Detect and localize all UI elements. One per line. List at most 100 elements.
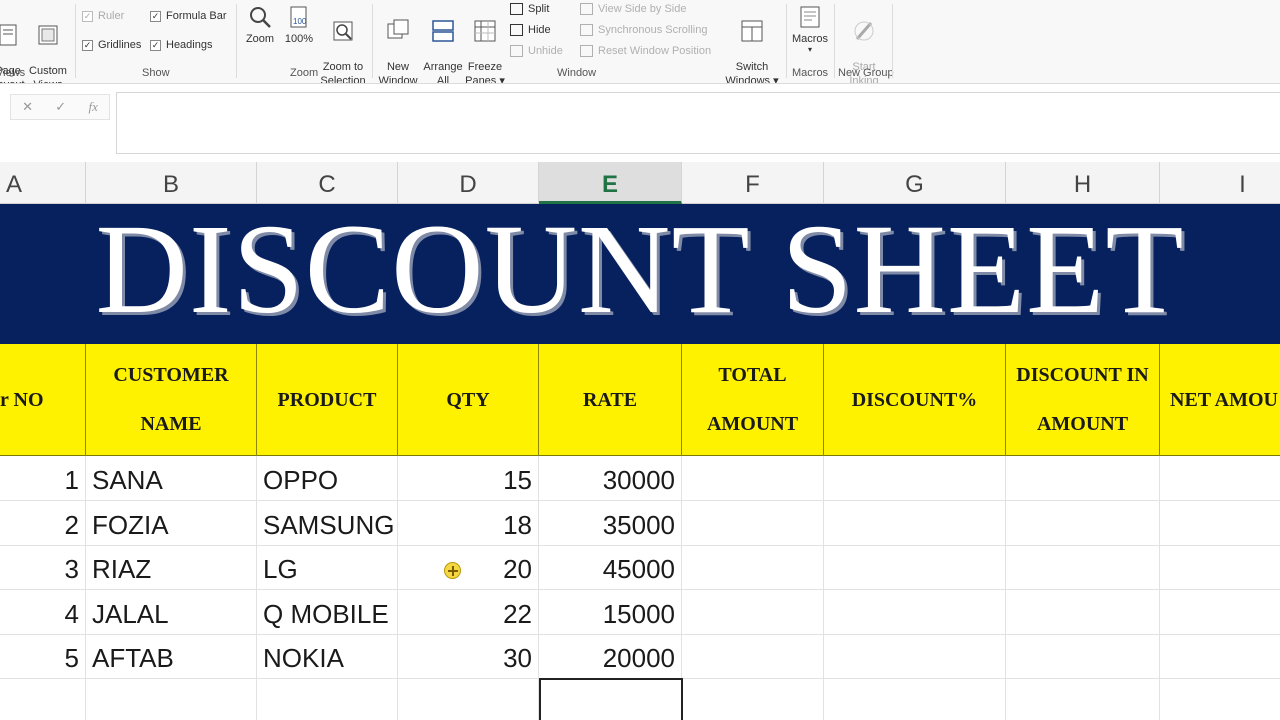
new-group-label: New Group [838,67,894,79]
column-header-c[interactable]: C [257,162,398,204]
column-header-b[interactable]: B [86,162,257,204]
column-header-a[interactable]: A [0,162,86,204]
column-header-f[interactable]: F [682,162,824,204]
freeze-panes-button[interactable]: Freeze Panes ▾ [463,4,507,83]
cell-product[interactable]: NOKIA [257,634,398,679]
ribbon: Page Layout Custom Views Views ✓Ruler ✓F… [0,0,1280,84]
cell-sr[interactable]: 1 [0,456,86,501]
switch-windows-button[interactable]: Switch Windows ▾ [722,4,782,83]
header-customer-name[interactable]: CUSTOMER NAME [86,344,257,456]
pen-icon [854,21,874,41]
zoom-group-label: Zoom [290,67,319,79]
cell-rate[interactable]: 15000 [539,590,682,635]
window-group-label: Window [557,67,597,79]
macros-button[interactable]: Macros ▾ [789,4,831,54]
checkbox-icon: ✓ [82,10,93,22]
switch-windows-icon [741,20,763,42]
formula-bar-checkbox[interactable]: ✓ Formula Bar [150,10,227,22]
column-header-i[interactable]: I [1160,162,1280,204]
unhide-icon [510,45,523,57]
column-headers: A B C D E F G H I [0,162,1280,204]
ruler-checkbox[interactable]: ✓ Ruler [82,10,124,22]
formula-controls: ✕ ✓ fx [10,94,110,120]
cell-product[interactable]: SAMSUNG [257,501,398,546]
cell-customer-name[interactable]: AFTAB [86,634,257,679]
cell-qty[interactable]: 18 [398,501,539,546]
cell-qty[interactable]: 15 [398,456,539,501]
header-qty[interactable]: QTY [398,344,539,456]
column-header-e[interactable]: E [539,162,682,204]
enter-icon[interactable]: ✓ [55,99,66,115]
custom-views-button[interactable]: Custom Views [27,8,69,83]
zoom-100-icon: 100 [290,6,307,28]
zoom-selection-icon [333,21,353,41]
reset-position-icon [580,45,593,57]
cell-sr[interactable]: 3 [0,545,86,590]
cell-customer-name[interactable]: SANA [86,456,257,501]
cell-product[interactable]: OPPO [257,456,398,501]
separator [786,4,787,78]
view-side-by-side-button[interactable]: View Side by Side [580,3,686,15]
cell-customer-name[interactable]: RIAZ [86,545,257,590]
svg-text:100: 100 [293,17,307,26]
synchronous-scrolling-button[interactable]: Synchronous Scrolling [580,24,707,36]
cell-product[interactable]: Q MOBILE [257,590,398,635]
header-rate[interactable]: RATE [539,344,682,456]
header-sr-no[interactable]: r NO [0,344,86,456]
magnifier-icon [250,7,271,28]
views-group-label: Views [0,67,26,79]
split-button[interactable]: Split [510,3,549,15]
cell-sr[interactable]: 2 [0,501,86,546]
cell-sr[interactable]: 4 [0,590,86,635]
formula-bar: ✕ ✓ fx [0,84,1280,162]
checkbox-icon: ✓ [150,39,161,51]
column-header-h[interactable]: H [1006,162,1160,204]
formula-input[interactable] [116,92,1280,154]
arrange-all-button[interactable]: Arrange All [421,4,465,83]
cell-qty[interactable]: 30 [398,634,539,679]
cell-product[interactable]: LG [257,545,398,590]
cell-rate[interactable]: 35000 [539,501,682,546]
column-header-g[interactable]: G [824,162,1006,204]
separator [236,4,237,78]
header-net-amount[interactable]: NET AMOU [1160,344,1280,456]
sheet-title: DISCOUNT SHEET [95,204,1185,340]
separator [75,4,76,78]
unhide-button[interactable]: Unhide [510,45,563,57]
separator [892,4,893,78]
header-discount-in-amount[interactable]: DISCOUNT IN AMOUNT [1006,344,1160,456]
custom-views-icon [38,25,58,45]
new-window-icon [387,19,409,39]
split-icon [510,3,523,15]
table-row: 1 SANA OPPO 15 30000 [0,456,1280,501]
header-discount-percent[interactable]: DISCOUNT% [824,344,1006,456]
hide-icon [510,24,523,36]
new-window-button[interactable]: New Window [376,4,420,83]
cell-qty[interactable]: 20 [398,545,539,590]
show-group-label: Show [142,67,170,79]
hide-button[interactable]: Hide [510,24,551,36]
cell-rate[interactable]: 20000 [539,634,682,679]
cell-customer-name[interactable]: JALAL [86,590,257,635]
gridlines-checkbox[interactable]: ✓ Gridlines [82,39,141,51]
checkbox-icon: ✓ [82,39,93,51]
separator [834,4,835,78]
header-product[interactable]: PRODUCT [257,344,398,456]
cell-rate[interactable]: 30000 [539,456,682,501]
zoom-to-selection-button[interactable]: Zoom to Selection [318,4,368,83]
cell-qty[interactable]: 22 [398,590,539,635]
cell-rate[interactable]: 45000 [539,545,682,590]
cell-customer-name[interactable]: FOZIA [86,501,257,546]
insert-function-icon[interactable]: fx [88,99,97,115]
page-layout-icon [0,24,17,46]
cell-sr[interactable]: 5 [0,634,86,679]
title-banner[interactable]: DISCOUNT SHEET [0,204,1280,344]
headings-checkbox[interactable]: ✓ Headings [150,39,212,51]
zoom-button[interactable]: Zoom [242,4,278,46]
reset-window-position-button[interactable]: Reset Window Position [580,45,711,57]
zoom-100-button[interactable]: 100 100% [282,4,316,46]
active-cell-selection[interactable] [539,678,683,720]
header-total-amount[interactable]: TOTAL AMOUNT [682,344,824,456]
cancel-icon[interactable]: ✕ [22,99,33,115]
column-header-d[interactable]: D [398,162,539,204]
